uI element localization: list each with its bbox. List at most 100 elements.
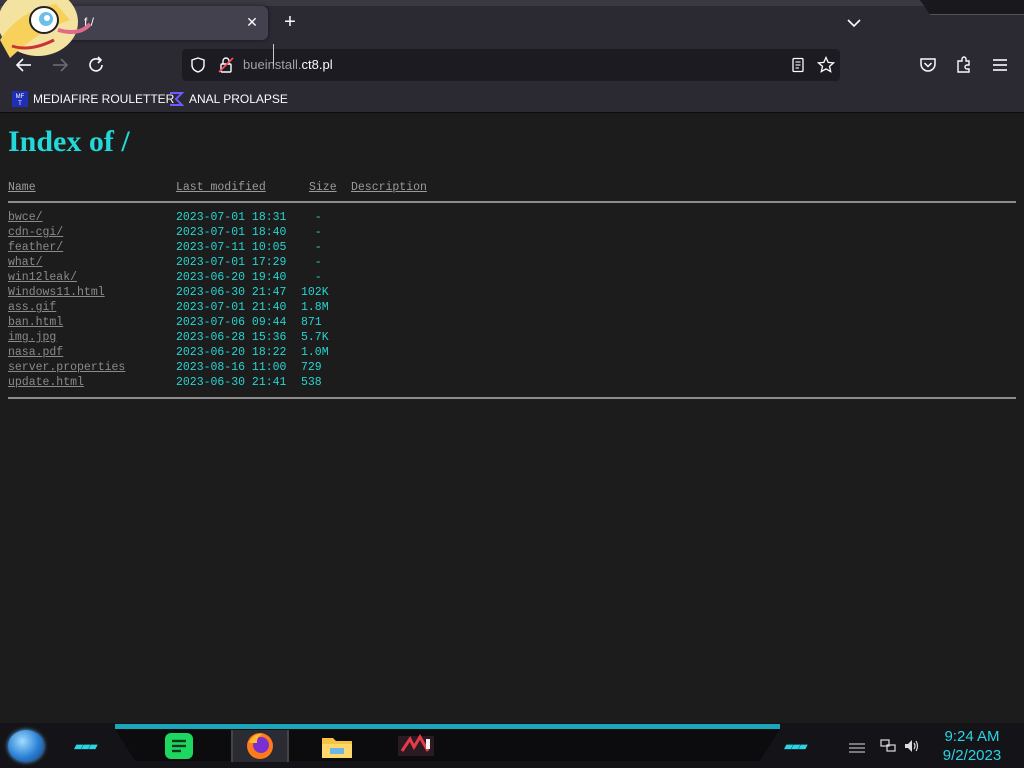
file-link[interactable]: update.html xyxy=(8,376,84,389)
start-button[interactable] xyxy=(8,730,44,762)
file-date: 2023-06-30 21:41 xyxy=(176,376,287,389)
svg-text:T: T xyxy=(18,101,22,107)
system-clock[interactable]: 9:24 AM 9/2/2023 xyxy=(930,727,1014,765)
divider-bottom xyxy=(8,397,1016,399)
taskbar-app-firefox[interactable] xyxy=(231,730,289,762)
bookmark-label: MEDIAFIRE ROULETTER xyxy=(33,92,175,106)
chevron-decoration-icon: ▰▰▰ xyxy=(784,739,808,753)
forward-arrow-icon[interactable] xyxy=(50,55,70,75)
url-domain: ct8.pl xyxy=(301,57,333,72)
extensions-puzzle-icon[interactable] xyxy=(954,55,974,75)
file-size: 1.0M xyxy=(301,346,329,359)
file-link[interactable]: what/ xyxy=(8,256,43,269)
bookmark-mediafire-roulette[interactable]: MF T MEDIAFIRE ROULETTER xyxy=(12,90,174,108)
file-date: 2023-06-28 15:36 xyxy=(176,331,287,344)
svg-text:MF: MF xyxy=(16,94,25,100)
taskbar-app-band xyxy=(115,729,780,761)
taskbar-app-game[interactable] xyxy=(389,730,443,762)
file-link[interactable]: bwce/ xyxy=(8,211,43,224)
file-date: 2023-06-20 18:22 xyxy=(176,346,287,359)
file-date: 2023-07-06 09:44 xyxy=(176,316,287,329)
bookmark-second[interactable]: ANAL PROLAPSE xyxy=(168,90,288,108)
table-row: nasa.pdf 2023-06-20 18:22 1.0M xyxy=(0,346,1024,361)
firefox-icon xyxy=(247,733,273,759)
file-date: 2023-07-01 21:40 xyxy=(176,301,287,314)
file-size: 1.8M xyxy=(301,301,329,314)
taskbar: ▰▰▰ ▰▰▰ 9:24 AM 9/2/2023 xyxy=(0,723,1024,768)
back-arrow-icon[interactable] xyxy=(14,55,34,75)
taskbar-app-file-explorer[interactable] xyxy=(310,730,364,762)
file-size: 729 xyxy=(301,361,322,374)
tab-strip: f / ✕ + xyxy=(0,0,1024,44)
clock-time: 9:24 AM xyxy=(944,728,1000,745)
text-cursor-ibeam xyxy=(273,44,274,66)
bookmarks-toolbar: MF T MEDIAFIRE ROULETTER ANAL PROLAPSE xyxy=(0,86,1024,113)
spotify-icon xyxy=(165,733,193,759)
table-row: server.properties 2023-08-16 11:00 729 xyxy=(0,361,1024,376)
file-date: 2023-08-16 11:00 xyxy=(176,361,287,374)
column-header-last-modified[interactable]: Last modified xyxy=(176,181,266,194)
chevron-decoration-icon: ▰▰▰ xyxy=(74,739,98,753)
file-size: - xyxy=(301,211,322,224)
file-date: 2023-07-01 17:29 xyxy=(176,256,287,269)
new-tab-plus-icon[interactable]: + xyxy=(280,12,300,32)
mediafire-icon: MF T xyxy=(12,91,28,107)
table-row: update.html 2023-06-30 21:41 538 xyxy=(0,376,1024,391)
page-content: Index of / Name Last modified Size Descr… xyxy=(0,113,1024,723)
file-link[interactable]: Windows11.html xyxy=(8,286,105,299)
file-link[interactable]: img.jpg xyxy=(8,331,56,344)
table-row: win12leak/2023-06-20 19:40 - xyxy=(0,271,1024,286)
insecure-lock-icon[interactable] xyxy=(217,56,235,74)
file-link[interactable]: win12leak/ xyxy=(8,271,77,284)
file-link[interactable]: cdn-cgi/ xyxy=(8,226,63,239)
shield-icon[interactable] xyxy=(189,56,207,74)
file-link[interactable]: server.properties xyxy=(8,361,125,374)
file-size: - xyxy=(301,241,322,254)
window-frame-decoration xyxy=(920,0,1024,15)
column-header-name[interactable]: Name xyxy=(8,181,36,194)
tab-list-chevron-icon[interactable] xyxy=(844,13,864,33)
game-app-icon xyxy=(398,734,434,756)
file-explorer-icon xyxy=(322,738,352,758)
hamburger-menu-icon[interactable] xyxy=(990,55,1010,75)
table-row: ban.html 2023-07-06 09:44 871 xyxy=(0,316,1024,331)
file-size: 538 xyxy=(301,376,322,389)
bookmark-label: ANAL PROLAPSE xyxy=(189,92,288,106)
show-hidden-icons-icon[interactable] xyxy=(848,741,866,753)
pocket-icon[interactable] xyxy=(918,55,938,75)
file-size: 102K xyxy=(301,286,329,299)
file-date: 2023-07-01 18:40 xyxy=(176,226,287,239)
volume-icon[interactable] xyxy=(904,739,920,753)
reload-icon[interactable] xyxy=(86,55,106,75)
url-bar[interactable]: bueinstall.ct8.pl xyxy=(182,49,840,81)
table-row: ass.gif 2023-07-01 21:40 1.8M xyxy=(0,301,1024,316)
close-tab-icon[interactable]: ✕ xyxy=(244,14,260,30)
table-row: Windows11.html 2023-06-30 21:47 102K xyxy=(0,286,1024,301)
file-size: - xyxy=(301,256,322,269)
table-row: cdn-cgi/2023-07-01 18:40 - xyxy=(0,226,1024,241)
file-date: 2023-07-01 18:31 xyxy=(176,211,287,224)
table-row: bwce/2023-07-01 18:31 - xyxy=(0,211,1024,226)
file-size: - xyxy=(301,226,322,239)
clock-date: 9/2/2023 xyxy=(942,747,1002,764)
network-icon[interactable] xyxy=(880,739,896,753)
reader-view-icon[interactable] xyxy=(790,57,806,73)
file-date: 2023-07-11 10:05 xyxy=(176,241,287,254)
file-size: - xyxy=(301,271,322,284)
file-date: 2023-06-30 21:47 xyxy=(176,286,287,299)
file-date: 2023-06-20 19:40 xyxy=(176,271,287,284)
column-header-description[interactable]: Description xyxy=(351,181,427,194)
file-size: 5.7K xyxy=(301,331,329,344)
bookmark-star-icon[interactable] xyxy=(817,56,835,74)
url-text[interactable]: bueinstall.ct8.pl xyxy=(243,57,333,72)
column-header-size[interactable]: Size xyxy=(309,181,337,194)
cartoon-avatar-overlay xyxy=(0,0,92,58)
file-size: 871 xyxy=(301,316,322,329)
file-link[interactable]: nasa.pdf xyxy=(8,346,63,359)
taskbar-glow-strip xyxy=(115,724,780,729)
file-link[interactable]: ass.gif xyxy=(8,301,56,314)
file-link[interactable]: feather/ xyxy=(8,241,63,254)
file-link[interactable]: ban.html xyxy=(8,316,63,329)
taskbar-app-spotify[interactable] xyxy=(152,730,206,762)
sigma-icon xyxy=(170,92,184,106)
